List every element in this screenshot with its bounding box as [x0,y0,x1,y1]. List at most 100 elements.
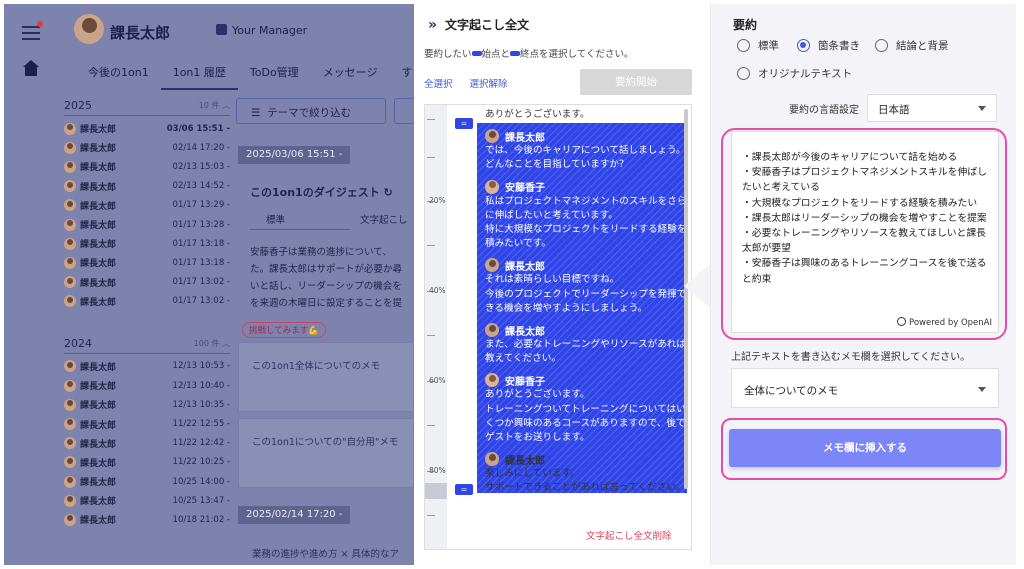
history-row-name: 課長太郎 [80,259,117,270]
history-row[interactable]: 課長太郎 10/18 21:02 - [64,510,230,529]
session-date: 2025/02/14 17:20 - [238,506,351,524]
avatar [485,373,499,388]
avatar [64,437,76,450]
history-row[interactable]: 課長太郎 01/17 13:18 - [64,234,230,253]
home-icon[interactable] [23,60,39,76]
transcript-body[interactable]: 20% 40% 60% 80% = = ありがとうございます。 課長太郎 では、今後… [424,104,692,550]
history-row-name: 課長太郎 [80,125,117,136]
memo-card-self[interactable] [238,418,414,488]
history-row-date: 12/13 10:40 - [172,380,230,391]
avatar [64,141,76,154]
history-row-name: 課長太郎 [80,401,117,412]
tab-todo[interactable]: ToDo管理 [238,64,311,90]
timeline-thumb[interactable] [425,483,447,499]
year-header-2025[interactable]: 2025 10 件 ︿ [64,96,230,116]
extra-filter-button[interactable] [394,98,414,124]
history-row[interactable]: 課長太郎 02/13 15:03 - [64,157,230,176]
digest-mode-select[interactable]: 標準 [250,208,350,230]
history-row[interactable]: 課長太郎 01/17 13:02 - [64,273,230,292]
history-row[interactable]: 課長太郎 01/17 13:29 - [64,196,230,215]
radio-circle [797,39,810,52]
avatar [64,199,76,212]
history-row[interactable]: 課長太郎 12/13 10:35 - [64,395,230,414]
tab-more[interactable]: すり [389,64,414,90]
history-row[interactable]: 課長太郎 12/13 10:40 - [64,376,230,395]
history-row-name: 課長太郎 [80,478,117,489]
radio-conclusion[interactable]: 結論と背景 [875,38,949,53]
history-row[interactable]: 課長太郎 10/25 13:47 - [64,491,230,510]
double-chevron-right-icon[interactable]: » [428,17,437,33]
history-row[interactable]: 課長太郎 11/22 12:55 - [64,414,230,433]
history-row-name: 課長太郎 [80,420,117,431]
tab-history[interactable]: 1on1 履歴 [160,64,238,90]
transcript-entry[interactable]: 課長太郎 それは素晴らしい目標ですね。 今後のプロジェクトでリーダーシップを発揮で… [485,257,687,316]
year-header-2024[interactable]: 2024 100 件 ︿ [64,334,230,354]
radio-standard[interactable]: 標準 [737,38,779,53]
radio-original[interactable]: オリジナルテキスト [737,66,852,81]
message-text: では、今後のキャリアについて話しましょう。 どんなことを目指していますか？ [485,145,686,171]
start-marker[interactable]: = [455,118,473,129]
radio-circle [875,39,888,52]
speaker: 課長太郎 [485,451,687,467]
history-row[interactable]: 課長太郎 03/06 15:51 - [64,119,230,138]
transcript-entry[interactable]: 課長太郎 また、必要なトレーニングやリソースがあれば教えてください。 [485,322,687,366]
avatar [64,398,76,411]
delete-transcript-link[interactable]: 文字起こし全文削除 [586,528,672,542]
avatar [64,360,76,373]
history-row-name: 課長太郎 [80,439,117,450]
transcript-entry[interactable]: ありがとうございます。 [485,108,687,122]
history-row[interactable]: 課長太郎 01/17 13:18 - [64,253,230,272]
challenge-badge[interactable]: 挑戦してみます💪 [242,322,326,338]
manager-link[interactable]: Your Manager [216,24,307,37]
history-row-name: 課長太郎 [80,297,117,308]
language-select[interactable]: 日本語 [867,94,997,122]
chevron-up-icon: ︿ [222,101,230,110]
transcript-help: 要約したい 始点と 終点を選択してください。 [424,49,634,60]
history-row-date: 02/13 15:03 - [172,161,230,172]
history-row-date: 01/17 13:29 - [172,200,230,211]
theme-filter-button[interactable]: ☰ テーマで絞り込む [236,98,386,124]
speaker-name: 課長太郎 [505,455,545,467]
start-summary-button[interactable]: 要約開始 [580,69,692,95]
session-date: 2025/03/06 15:51 - [238,146,351,164]
digest-transcript-tab[interactable]: 文字起こし [360,212,408,226]
menu-icon[interactable] [22,21,43,40]
history-row-date: 11/22 12:42 - [172,438,230,449]
history-row-date: 12/13 10:53 - [172,361,230,372]
history-row[interactable]: 課長太郎 11/22 10:25 - [64,453,230,472]
avatar [485,452,499,467]
tab-messages[interactable]: メッセージ [311,64,390,90]
end-marker[interactable]: = [455,484,473,495]
memo-target-select[interactable]: 全体についてのメモ [731,368,999,408]
transcript-entry[interactable]: 課長太郎 楽しみにしています。 サポートできることがあれば言ってください。 [485,451,687,495]
person-icon [216,24,227,35]
history-row[interactable]: 課長太郎 02/13 14:52 - [64,177,230,196]
history-row-date: 02/13 14:52 - [172,181,230,192]
history-row[interactable]: 課長太郎 01/17 13:28 - [64,215,230,234]
history-row-name: 課長太郎 [80,458,117,469]
history-row[interactable]: 課長太郎 12/13 10:53 - [64,357,230,376]
history-row[interactable]: 課長太郎 01/17 13:02 - [64,292,230,311]
timeline[interactable]: 20% 40% 60% 80% [425,105,447,549]
history-row[interactable]: 課長太郎 10/25 14:00 - [64,472,230,491]
transcript-entry[interactable]: 安藤香子 ありがとうございます。 トレーニングついてトレーニングについてはいくつか… [485,372,687,445]
radio-circle [737,39,750,52]
history-row-date: 01/17 13:28 - [172,219,230,230]
history-list: 2025 10 件 ︿ 課長太郎 03/06 15:51 - 課長太郎 02/14 1… [64,96,230,530]
transcript-entry[interactable]: 安藤香子 私はプロジェクトマネジメントのスキルをさらに伸ばしたいと考えています。 … [485,179,687,252]
select-all-link[interactable]: 全選択 [424,79,453,90]
history-row-name: 課長太郎 [80,163,117,174]
history-row-date: 01/17 13:18 - [172,238,230,249]
refresh-icon[interactable]: ↻ [384,186,393,199]
speaker-name: 安藤香子 [505,183,545,195]
avatar [64,180,76,193]
deselect-link[interactable]: 選択解除 [470,79,508,90]
memo-next-label: 業務の進捗や進め方 × 具体的なア [252,549,399,560]
tab-upcoming[interactable]: 今後の1on1 [76,64,161,90]
history-row[interactable]: 課長太郎 02/14 17:20 - [64,138,230,157]
radio-bullets[interactable]: 箇条書き [797,38,860,53]
history-row[interactable]: 課長太郎 11/22 12:42 - [64,434,230,453]
history-row-date: 11/22 12:55 - [172,419,230,430]
memo-card-overall[interactable] [238,342,414,412]
transcript-entry[interactable]: 課長太郎 では、今後のキャリアについて話しましょう。 どんなことを目指していますか… [485,128,687,172]
